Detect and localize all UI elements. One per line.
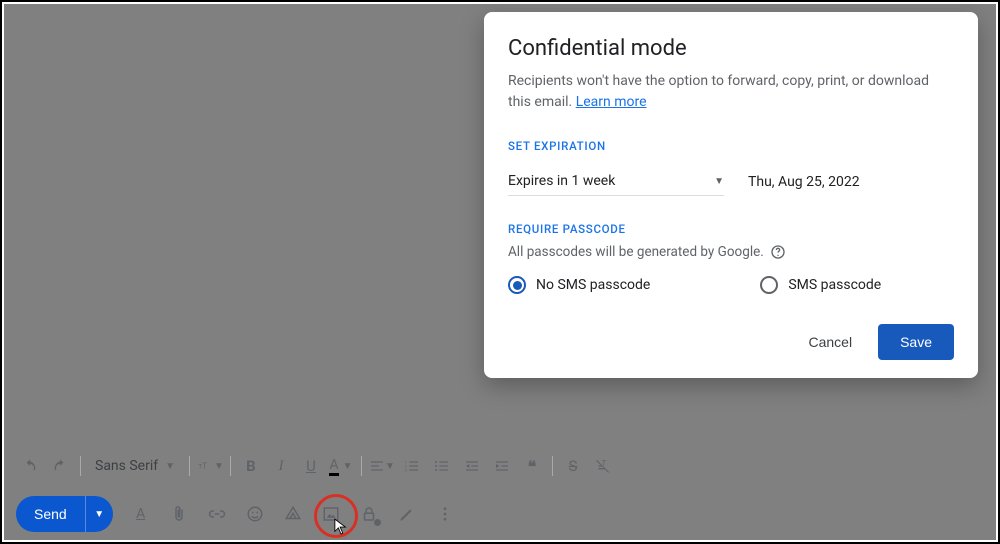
- compose-action-bar: Send ▼ A: [16, 496, 455, 532]
- font-select[interactable]: Sans Serif ▼: [87, 452, 183, 480]
- numbered-list-icon[interactable]: 123: [398, 452, 426, 480]
- emoji-icon[interactable]: [245, 504, 265, 524]
- radio-no-sms-label: No SMS passcode: [536, 277, 650, 293]
- save-button[interactable]: Save: [878, 324, 954, 360]
- strikethrough-icon[interactable]: S: [559, 452, 587, 480]
- chevron-down-icon: ▼: [214, 461, 224, 472]
- chevron-down-icon: ▼: [343, 461, 353, 472]
- dialog-title: Confidential mode: [508, 36, 954, 61]
- confidential-mode-dialog: Confidential mode Recipients won't have …: [484, 12, 978, 378]
- align-icon[interactable]: ▼: [368, 452, 396, 480]
- font-size-icon[interactable]: тT ▼: [196, 452, 224, 480]
- bold-icon[interactable]: B: [237, 452, 265, 480]
- passcode-section-label: REQUIRE PASSCODE: [508, 222, 954, 236]
- learn-more-link[interactable]: Learn more: [576, 94, 647, 110]
- font-name: Sans Serif: [95, 458, 158, 474]
- expiration-date: Thu, Aug 25, 2022: [748, 174, 860, 196]
- dialog-description: Recipients won't have the option to forw…: [508, 71, 954, 113]
- chevron-down-icon: ▼: [385, 461, 395, 472]
- bullet-list-icon[interactable]: [428, 452, 456, 480]
- undo-icon[interactable]: [16, 452, 44, 480]
- svg-text:T: T: [602, 458, 607, 467]
- svg-text:3: 3: [405, 467, 407, 472]
- radio-sms[interactable]: SMS passcode: [760, 276, 881, 294]
- expiration-select-value: Expires in 1 week: [508, 173, 615, 189]
- chevron-down-icon: ▼: [94, 509, 104, 520]
- help-icon[interactable]: [770, 244, 786, 260]
- radio-no-sms[interactable]: No SMS passcode: [508, 276, 650, 294]
- text-color-icon[interactable]: A ▼: [327, 452, 355, 480]
- chevron-down-icon: ▼: [714, 176, 724, 187]
- underline-icon[interactable]: U: [297, 452, 325, 480]
- radio-icon: [760, 276, 778, 294]
- passcode-hint-text: All passcodes will be generated by Googl…: [508, 244, 764, 260]
- indent-more-icon[interactable]: [488, 452, 516, 480]
- cancel-button[interactable]: Cancel: [792, 326, 868, 358]
- attach-icon[interactable]: [169, 504, 189, 524]
- clear-format-icon[interactable]: T: [589, 452, 617, 480]
- format-toolbar: Sans Serif ▼ тT ▼ B I U A ▼ ▼ 123 ❝ S T: [14, 450, 619, 482]
- redo-icon[interactable]: [46, 452, 74, 480]
- expiration-section-label: SET EXPIRATION: [508, 139, 954, 153]
- indent-less-icon[interactable]: [458, 452, 486, 480]
- drive-icon[interactable]: [283, 504, 303, 524]
- radio-icon: [508, 276, 526, 294]
- confidential-mode-icon[interactable]: [359, 504, 379, 524]
- link-icon[interactable]: [207, 504, 227, 524]
- italic-icon[interactable]: I: [267, 452, 295, 480]
- send-button[interactable]: Send: [16, 496, 85, 532]
- signature-icon[interactable]: [397, 504, 417, 524]
- text-format-icon[interactable]: A: [131, 504, 151, 524]
- insert-image-icon[interactable]: [321, 504, 341, 524]
- chevron-down-icon: ▼: [165, 461, 175, 472]
- svg-text:тT: тT: [198, 462, 207, 471]
- send-more-button[interactable]: ▼: [85, 496, 113, 532]
- radio-sms-label: SMS passcode: [788, 277, 881, 293]
- more-options-icon[interactable]: [435, 504, 455, 524]
- quote-icon[interactable]: ❝: [518, 452, 546, 480]
- expiration-select[interactable]: Expires in 1 week ▼: [508, 167, 724, 196]
